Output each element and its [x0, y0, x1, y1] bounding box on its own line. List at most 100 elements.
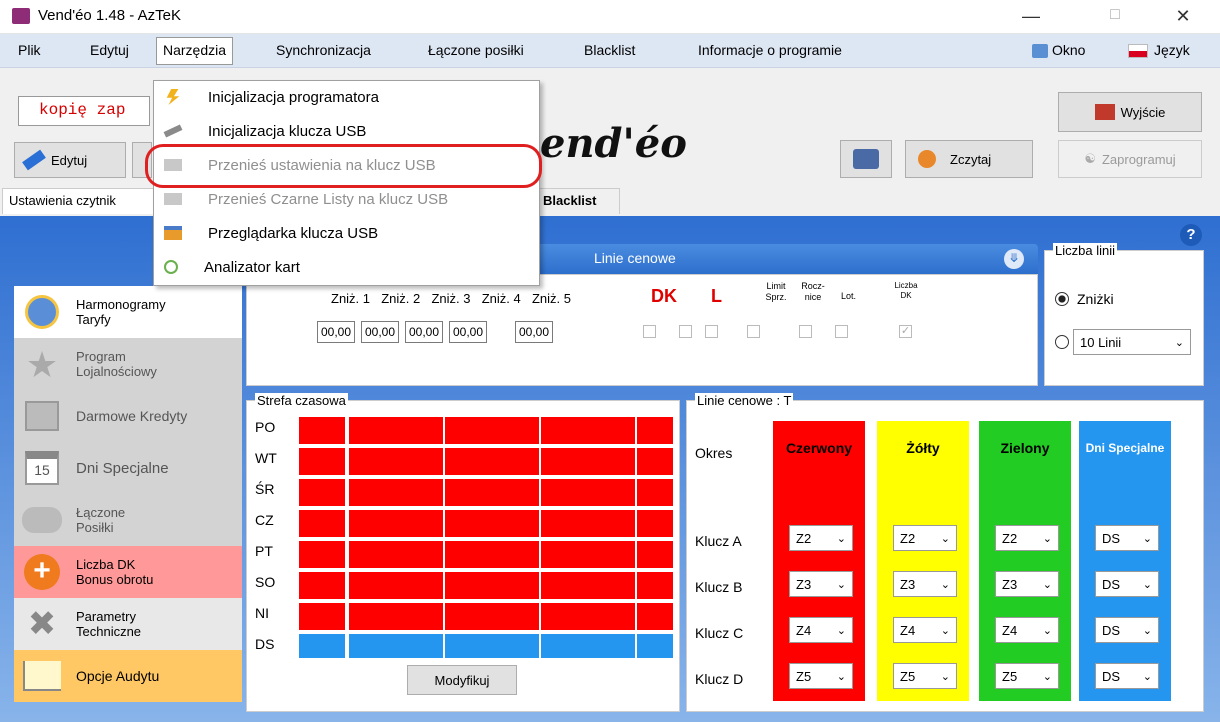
tariff-select[interactable]: DS ⌄	[1095, 525, 1159, 551]
l-checkbox-2[interactable]	[705, 325, 718, 338]
menu-informacje[interactable]: Informacje o programie	[698, 42, 842, 58]
liczba-dk-checkbox[interactable]: ✓	[899, 325, 912, 338]
time-cell[interactable]	[541, 510, 635, 537]
time-cell[interactable]	[445, 417, 539, 444]
limit-checkbox[interactable]	[747, 325, 760, 338]
tariff-select[interactable]: Z4 ⌄	[995, 617, 1059, 643]
time-cell[interactable]	[445, 603, 539, 630]
sidebar-item-darmowe[interactable]: Darmowe Kredyty	[14, 390, 242, 442]
time-cell[interactable]	[541, 603, 635, 630]
time-cell[interactable]	[349, 417, 443, 444]
tariff-select[interactable]: Z4 ⌄	[789, 617, 853, 643]
modify-button[interactable]: Modyfikuj	[407, 665, 517, 695]
rocz-checkbox[interactable]	[799, 325, 812, 338]
time-cell[interactable]	[637, 417, 673, 444]
time-cell[interactable]	[637, 634, 673, 658]
discount-input-2[interactable]: 00,00	[361, 321, 399, 343]
tariff-select[interactable]: Z4 ⌄	[893, 617, 957, 643]
exit-button[interactable]: Wyjście	[1058, 92, 1202, 132]
time-cell[interactable]	[299, 417, 345, 444]
time-cell[interactable]	[445, 634, 539, 658]
time-cell[interactable]	[637, 541, 673, 568]
menu-narzedzia[interactable]: Narzędzia	[156, 37, 234, 65]
time-cell[interactable]	[637, 479, 673, 506]
time-cell[interactable]	[299, 634, 345, 658]
time-cell[interactable]	[299, 603, 345, 630]
time-cell[interactable]	[349, 572, 443, 599]
time-cell[interactable]	[445, 572, 539, 599]
close-button[interactable]: ✕	[1168, 6, 1198, 27]
help-icon[interactable]: ?	[1180, 224, 1202, 246]
discount-input-1[interactable]: 00,00	[317, 321, 355, 343]
tariff-select[interactable]: Z5 ⌄	[789, 663, 853, 689]
tariff-select[interactable]: Z3 ⌄	[893, 571, 957, 597]
time-cell[interactable]	[637, 510, 673, 537]
menu-laczone-posilki[interactable]: Łączone posiłki	[428, 42, 524, 58]
tariff-select[interactable]: DS ⌄	[1095, 571, 1159, 597]
read-button[interactable]: Zczytaj	[905, 140, 1033, 178]
menu-item-transfer-blacklists[interactable]: Przenieś Czarne Listy na klucz USB	[154, 185, 539, 213]
menu-item-init-programmer[interactable]: Inicjalizacja programatora	[154, 83, 539, 111]
discount-input-4[interactable]: 00,00	[449, 321, 487, 343]
menu-plik[interactable]: Plik	[18, 42, 41, 58]
edit-button[interactable]: Edytuj	[14, 142, 126, 178]
menu-item-usb-browser[interactable]: Przeglądarka klucza USB	[154, 219, 539, 247]
lines-select[interactable]: 10 Linii ⌄	[1073, 329, 1191, 355]
program-button[interactable]: ☯ Zaprogramuj	[1058, 140, 1202, 178]
sidebar-item-program[interactable]: ★ Program Lojalnościowy	[14, 338, 242, 390]
time-cell[interactable]	[349, 510, 443, 537]
dk-checkbox[interactable]	[643, 325, 656, 338]
sidebar-item-audyt[interactable]: Opcje Audytu	[14, 650, 242, 702]
time-cell[interactable]	[445, 541, 539, 568]
menu-synchronizacja[interactable]: Synchronizacja	[276, 42, 371, 58]
menu-okno[interactable]: Okno	[1052, 42, 1085, 58]
time-cell[interactable]	[445, 448, 539, 475]
print-button[interactable]	[840, 140, 892, 178]
tariff-select[interactable]: DS ⌄	[1095, 617, 1159, 643]
time-cell[interactable]	[637, 603, 673, 630]
time-cell[interactable]	[299, 541, 345, 568]
sidebar-item-parametry[interactable]: ✖ Parametry Techniczne	[14, 598, 242, 650]
menu-jezyk[interactable]: Język	[1154, 42, 1190, 58]
time-cell[interactable]	[299, 479, 345, 506]
tariff-select[interactable]: Z2 ⌄	[893, 525, 957, 551]
time-cell[interactable]	[299, 572, 345, 599]
time-cell[interactable]	[541, 541, 635, 568]
tab-blacklist[interactable]: Blacklist	[536, 188, 620, 214]
time-cell[interactable]	[445, 479, 539, 506]
menu-item-init-usb[interactable]: Inicjalizacja klucza USB	[154, 117, 539, 145]
sidebar-item-liczba-dk[interactable]: + Liczba DK Bonus obrotu	[14, 546, 242, 598]
time-cell[interactable]	[349, 479, 443, 506]
l-checkbox-1[interactable]	[679, 325, 692, 338]
radio-linie[interactable]: 10 Linii ⌄	[1055, 329, 1191, 355]
tariff-select[interactable]: Z2 ⌄	[995, 525, 1059, 551]
time-cell[interactable]	[541, 479, 635, 506]
time-cell[interactable]	[349, 603, 443, 630]
menu-edytuj[interactable]: Edytuj	[90, 42, 129, 58]
tariff-select[interactable]: DS ⌄	[1095, 663, 1159, 689]
tariff-select[interactable]: Z5 ⌄	[995, 663, 1059, 689]
sidebar-item-laczone[interactable]: Łączone Posiłki	[14, 494, 242, 546]
time-cell[interactable]	[637, 448, 673, 475]
minimize-button[interactable]: —	[1016, 6, 1046, 27]
menu-blacklist[interactable]: Blacklist	[584, 42, 635, 58]
discount-input-5[interactable]: 00,00	[515, 321, 553, 343]
tab-ustawienia[interactable]: Ustawienia czytnik	[2, 188, 154, 214]
tariff-select[interactable]: Z2 ⌄	[789, 525, 853, 551]
time-cell[interactable]	[349, 448, 443, 475]
menu-item-card-analyzer[interactable]: Analizator kart	[154, 253, 539, 281]
sidebar-item-dni[interactable]: 15 Dni Specjalne	[14, 442, 242, 494]
radio-znizki[interactable]: Zniżki	[1055, 291, 1114, 307]
tariff-select[interactable]: Z3 ⌄	[789, 571, 853, 597]
time-cell[interactable]	[637, 572, 673, 599]
collapse-icon[interactable]: ⤋	[1004, 249, 1024, 269]
time-cell[interactable]	[445, 510, 539, 537]
time-cell[interactable]	[541, 448, 635, 475]
time-cell[interactable]	[299, 510, 345, 537]
time-cell[interactable]	[541, 572, 635, 599]
tariff-select[interactable]: Z3 ⌄	[995, 571, 1059, 597]
sidebar-item-harmonogramy[interactable]: Harmonogramy Taryfy	[14, 286, 242, 338]
time-cell[interactable]	[541, 634, 635, 658]
tariff-select[interactable]: Z5 ⌄	[893, 663, 957, 689]
maximize-button[interactable]: □	[1100, 6, 1130, 24]
